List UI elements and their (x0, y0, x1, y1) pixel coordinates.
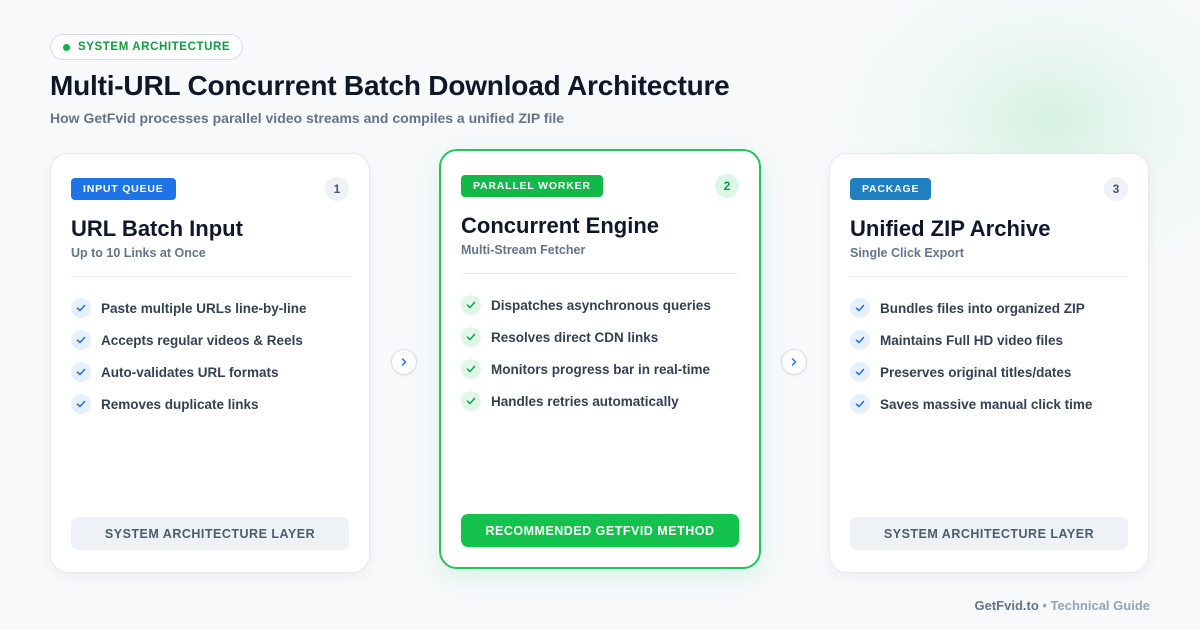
feature-text: Dispatches asynchronous queries (491, 297, 711, 313)
chevron-right-icon (791, 358, 797, 366)
card-subtitle: Up to 10 Links at Once (71, 246, 206, 260)
footer-credit: GetFvid.to • Technical Guide (974, 598, 1150, 613)
feature-item: Monitors progress bar in real-time (461, 353, 711, 385)
card-subtitle: Single Click Export (850, 246, 964, 260)
feature-text: Maintains Full HD video files (880, 332, 1064, 348)
feature-item: Handles retries automatically (461, 385, 711, 417)
layer-label-button[interactable]: SYSTEM ARCHITECTURE LAYER (850, 517, 1128, 550)
feature-item: Maintains Full HD video files (850, 324, 1092, 356)
card-divider (461, 273, 739, 274)
card-unified-zip-archive: PACKAGE 3 Unified ZIP Archive Single Cli… (829, 153, 1149, 573)
card-subtitle: Multi-Stream Fetcher (461, 243, 586, 257)
status-dot-icon (63, 43, 70, 51)
card-divider (71, 276, 349, 277)
feature-text: Removes duplicate links (101, 396, 259, 412)
check-icon (850, 362, 870, 382)
feature-text: Saves massive manual click time (880, 396, 1093, 412)
recommended-method-button[interactable]: RECOMMENDED GETFVID METHOD (461, 514, 739, 547)
card-concurrent-engine: PARALLEL WORKER 2 Concurrent Engine Mult… (439, 149, 761, 569)
check-icon (461, 295, 481, 315)
feature-text: Auto-validates URL formats (101, 364, 279, 380)
check-icon (71, 298, 91, 318)
check-icon (850, 330, 870, 350)
feature-list: Paste multiple URLs line-by-line Accepts… (71, 292, 307, 420)
page-title: Multi-URL Concurrent Batch Download Arch… (50, 70, 730, 101)
feature-text: Monitors progress bar in real-time (491, 361, 711, 377)
layer-label-button[interactable]: SYSTEM ARCHITECTURE LAYER (71, 517, 349, 550)
feature-item: Resolves direct CDN links (461, 321, 711, 353)
footer-text: Technical Guide (1050, 598, 1150, 613)
feature-text: Preserves original titles/dates (880, 364, 1072, 380)
feature-item: Bundles files into organized ZIP (850, 292, 1092, 324)
card-badge: INPUT QUEUE (71, 178, 176, 200)
card-divider (850, 276, 1128, 277)
flow-arrow (781, 349, 807, 375)
step-number: 2 (715, 174, 739, 198)
check-icon (461, 327, 481, 347)
check-icon (71, 362, 91, 382)
feature-text: Bundles files into organized ZIP (880, 300, 1085, 316)
footer-brand-link[interactable]: GetFvid.to (974, 598, 1038, 613)
check-icon (71, 330, 91, 350)
card-badge: PACKAGE (850, 178, 932, 200)
feature-item: Paste multiple URLs line-by-line (71, 292, 307, 324)
card-title: URL Batch Input (71, 216, 243, 241)
feature-item: Accepts regular videos & Reels (71, 324, 307, 356)
check-icon (850, 394, 870, 414)
feature-text: Resolves direct CDN links (491, 329, 659, 345)
step-number: 3 (1104, 177, 1128, 201)
card-url-batch-input: INPUT QUEUE 1 URL Batch Input Up to 10 L… (50, 153, 370, 573)
feature-text: Accepts regular videos & Reels (101, 332, 303, 348)
check-icon (71, 394, 91, 414)
check-icon (461, 391, 481, 411)
feature-text: Handles retries automatically (491, 393, 679, 409)
card-title: Concurrent Engine (461, 213, 660, 238)
feature-item: Dispatches asynchronous queries (461, 289, 711, 321)
feature-item: Auto-validates URL formats (71, 356, 307, 388)
flow-arrow (391, 349, 417, 375)
feature-item: Preserves original titles/dates (850, 356, 1092, 388)
feature-list: Dispatches asynchronous queries Resolves… (461, 289, 711, 417)
step-number: 1 (325, 177, 349, 201)
section-eyebrow: SYSTEM ARCHITECTURE (50, 34, 244, 60)
feature-text: Paste multiple URLs line-by-line (101, 300, 307, 316)
feature-list: Bundles files into organized ZIP Maintai… (850, 292, 1092, 420)
card-title: Unified ZIP Archive (850, 216, 1051, 241)
check-icon (850, 298, 870, 318)
check-icon (461, 359, 481, 379)
chevron-right-icon (401, 358, 407, 366)
feature-item: Saves massive manual click time (850, 388, 1092, 420)
page-subtitle: How GetFvid processes parallel video str… (50, 110, 565, 126)
footer-separator: • (1038, 598, 1051, 613)
eyebrow-label: SYSTEM ARCHITECTURE (78, 41, 231, 53)
feature-item: Removes duplicate links (71, 388, 307, 420)
card-badge: PARALLEL WORKER (461, 175, 603, 197)
